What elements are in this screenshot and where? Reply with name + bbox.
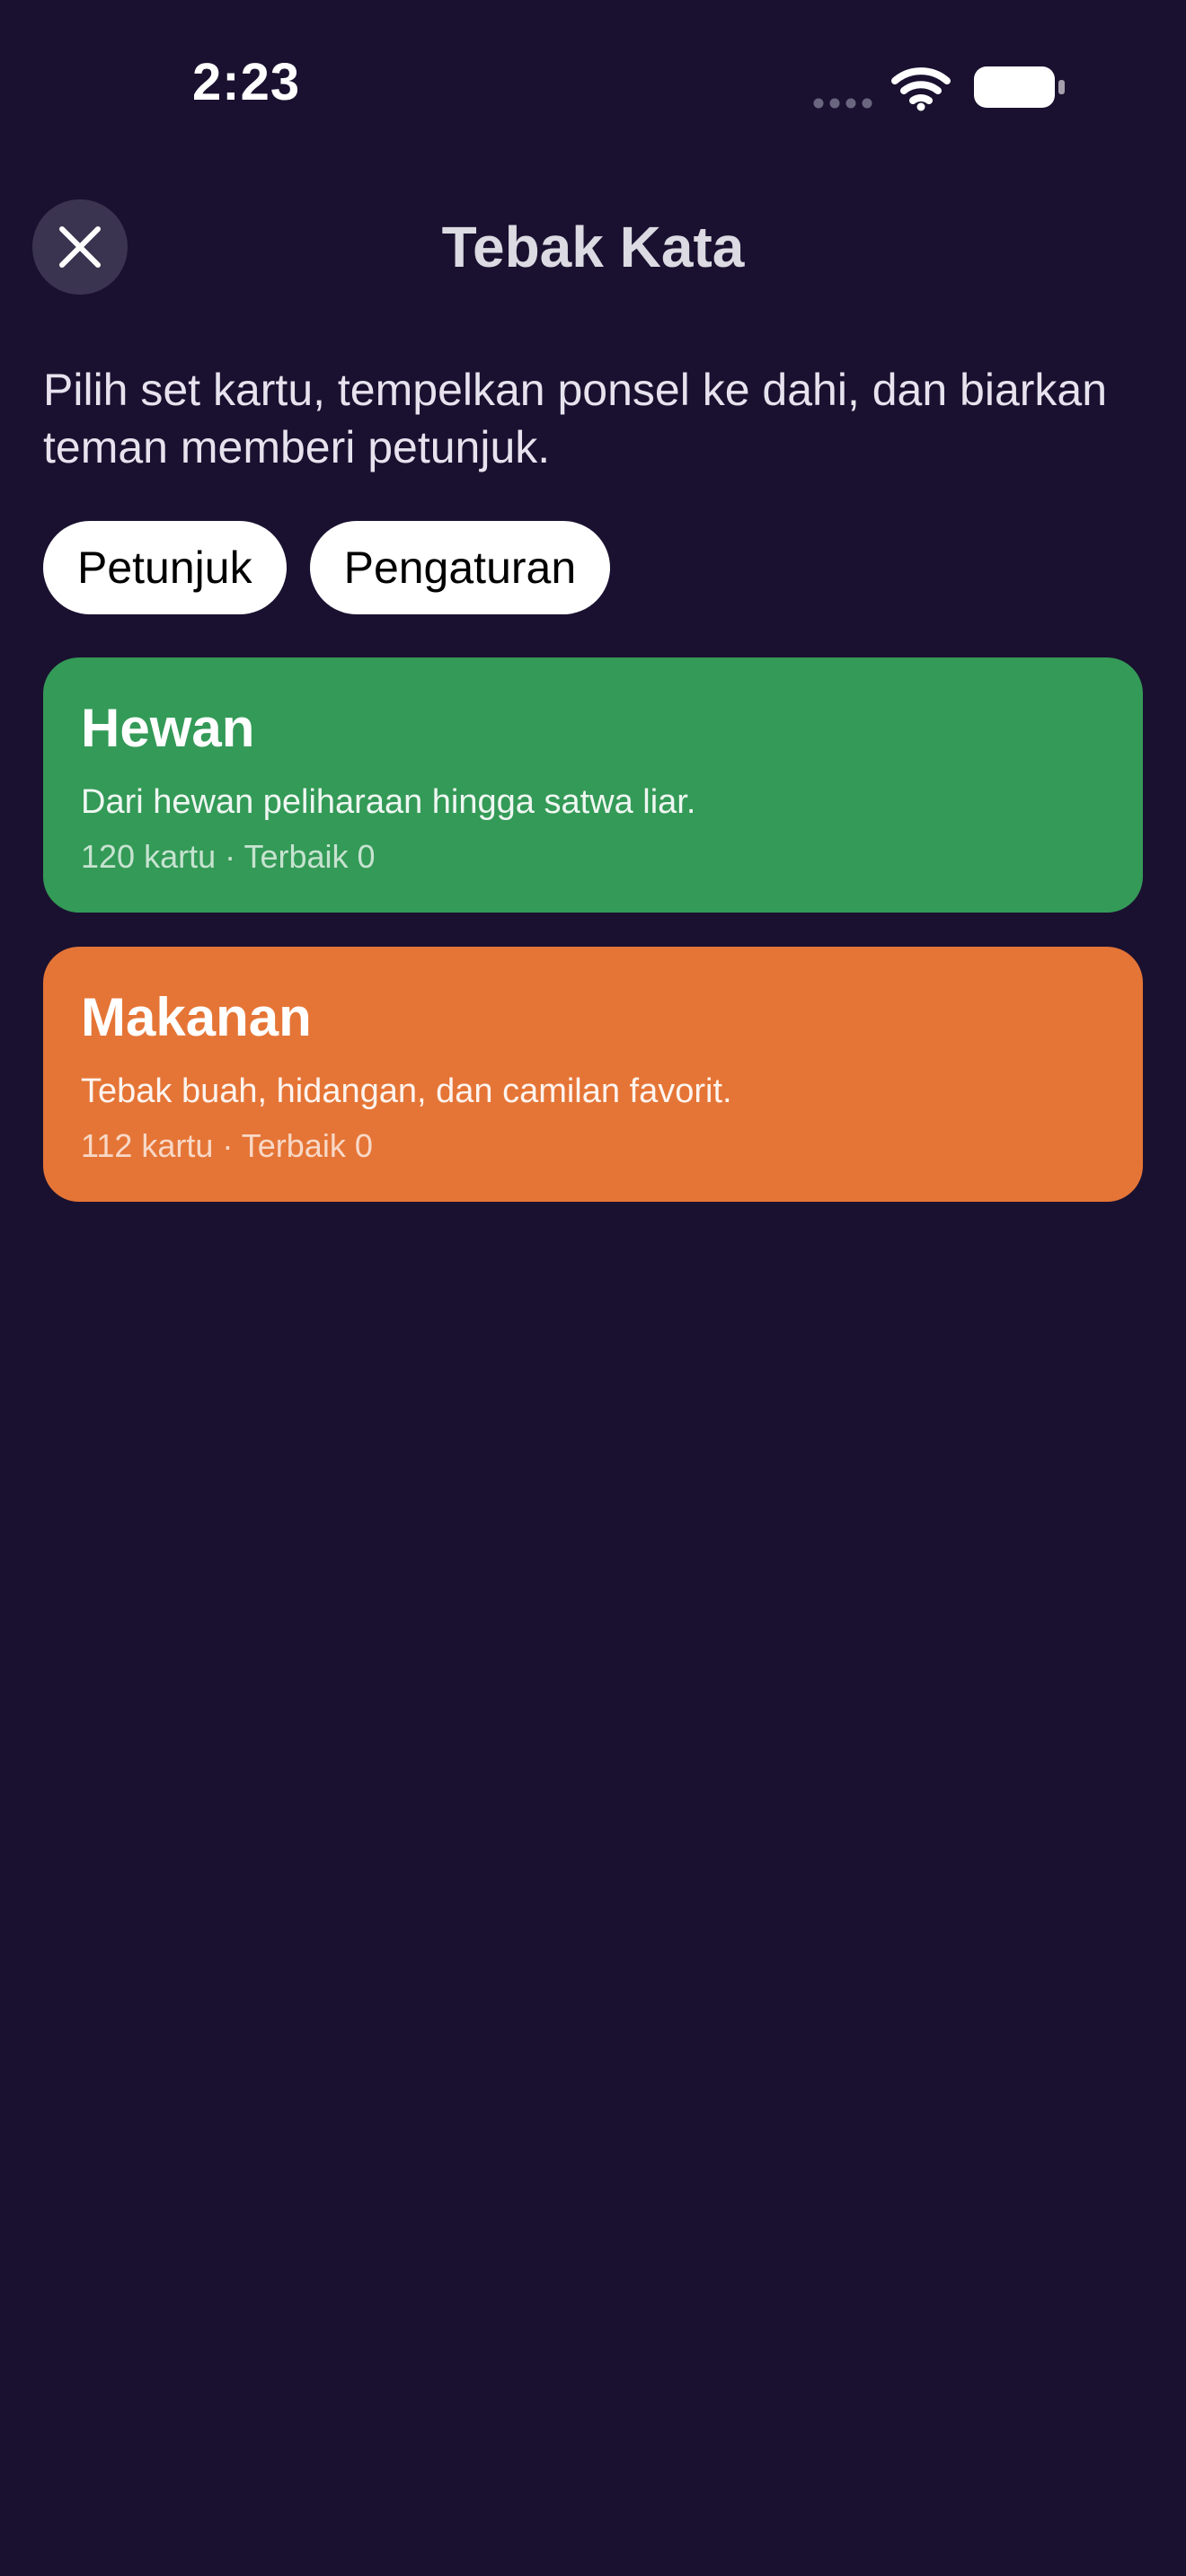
cellular-signal-icon [813, 98, 872, 109]
set-description: Tebak buah, hidangan, dan camilan favori… [81, 1072, 732, 1110]
intro-text: Pilih set kartu, tempelkan ponsel ke dah… [43, 365, 1108, 472]
card-set-list: Hewan Dari hewan peliharaan hingga satwa… [43, 657, 1143, 1236]
status-bar: 2:23 [0, 0, 1186, 171]
set-name: Hewan [81, 698, 255, 758]
battery-icon [974, 66, 1065, 108]
set-description: Dari hewan peliharaan hingga satwa liar. [81, 783, 696, 821]
nav-bar: Tebak Kata [0, 189, 1186, 305]
set-name: Makanan [81, 987, 312, 1047]
chip-row: Petunjuk Pengaturan [43, 521, 611, 614]
status-time: 2:23 [192, 53, 301, 111]
hints-button[interactable]: Petunjuk [43, 521, 287, 614]
set-meta: 112 kartu · Terbaik 0 [81, 1127, 373, 1164]
set-card-hewan[interactable]: Hewan Dari hewan peliharaan hingga satwa… [43, 657, 1143, 913]
page-title: Tebak Kata [441, 215, 745, 279]
set-card-makanan[interactable]: Makanan Tebak buah, hidangan, dan camila… [43, 947, 1143, 1202]
set-meta: 120 kartu · Terbaik 0 [81, 838, 376, 875]
wifi-icon [891, 67, 951, 111]
settings-button[interactable]: Pengaturan [309, 521, 611, 614]
